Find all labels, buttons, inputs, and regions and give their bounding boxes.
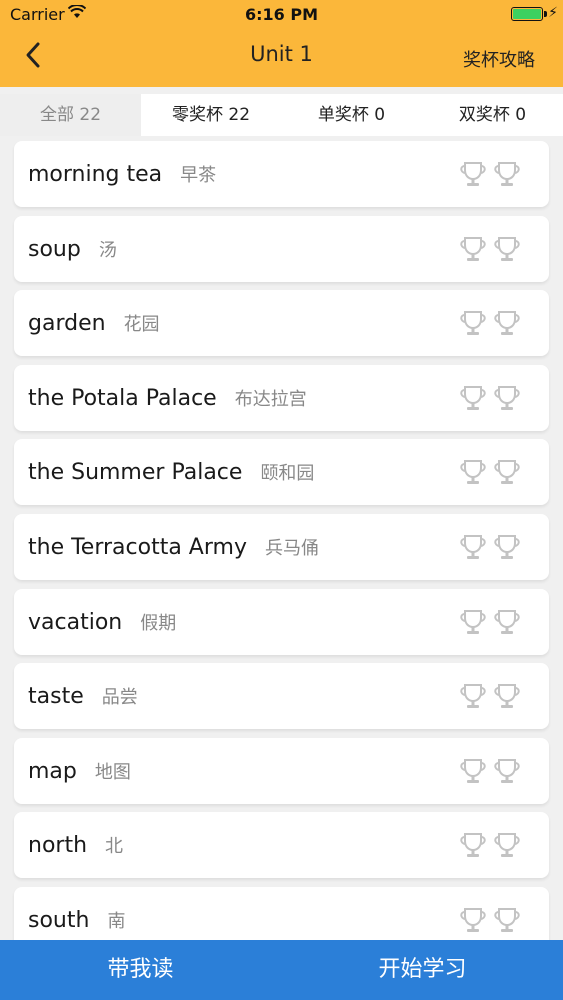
word-chinese: 南 — [107, 911, 126, 932]
trophy-pair-icon — [460, 236, 520, 261]
trophy-icon — [460, 609, 486, 634]
trophy-icon — [494, 460, 520, 485]
word-chinese: 布达拉宫 — [234, 388, 307, 410]
word-text-row: the Terracotta Army 兵马俑 — [28, 534, 319, 560]
word-text-row: garden 花园 — [28, 310, 160, 336]
word-chinese: 地图 — [94, 761, 131, 783]
status-bar: Carrier 6:16 PM ⚡ — [0, 0, 563, 28]
word-english: vacation — [28, 609, 123, 635]
trophy-icon — [494, 758, 520, 783]
nav-bar: Unit 1 奖杯攻略 — [0, 28, 563, 87]
trophy-icon — [460, 385, 486, 410]
trophy-icon — [494, 385, 520, 410]
trophy-icon — [460, 460, 486, 485]
word-english: north — [28, 833, 88, 859]
start-learning-button[interactable]: 开始学习 — [282, 940, 563, 1000]
word-card[interactable]: the Summer Palace 颐和园 — [14, 439, 549, 506]
trophy-icon — [494, 684, 520, 709]
tab-single-trophy[interactable]: 单奖杯 0 — [281, 94, 422, 136]
word-text-row: north 北 — [28, 832, 123, 858]
word-english: the Terracotta Army — [28, 535, 247, 560]
word-card[interactable]: the Terracotta Army 兵马俑 — [14, 514, 549, 580]
trophy-pair-icon — [460, 609, 520, 634]
word-card[interactable]: taste 品尝 — [14, 663, 549, 730]
word-card[interactable]: morning tea 早茶 — [14, 141, 549, 207]
word-english: south — [28, 908, 90, 933]
word-chinese: 假期 — [140, 612, 177, 634]
word-english: morning tea — [28, 162, 163, 187]
trophy-icon — [460, 535, 486, 559]
word-chinese: 花园 — [123, 314, 160, 336]
trophy-pair-icon — [460, 311, 520, 336]
trophy-icon — [460, 758, 486, 783]
tab-double-trophy[interactable]: 双奖杯 0 — [422, 94, 563, 136]
trophy-pair-icon — [460, 460, 520, 485]
word-chinese: 兵马俑 — [264, 538, 319, 559]
trophy-icon — [460, 833, 486, 858]
trophy-icon — [460, 684, 486, 709]
word-english: soup — [28, 236, 81, 262]
tab-zero-trophy[interactable]: 零奖杯 22 — [141, 94, 281, 136]
word-text-row: soup 汤 — [28, 236, 117, 262]
word-chinese: 品尝 — [101, 687, 138, 709]
trophy-icon — [494, 908, 520, 932]
word-card[interactable]: north 北 — [14, 812, 549, 879]
word-text-row: the Summer Palace 颐和园 — [28, 459, 314, 485]
trophy-pair-icon — [460, 535, 520, 559]
header: Carrier 6:16 PM ⚡ Unit 1 奖杯攻略 — [0, 0, 563, 87]
word-text-row: map 地图 — [28, 758, 131, 784]
trophy-icon — [460, 311, 486, 336]
word-english: the Summer Palace — [28, 460, 243, 486]
word-text-row: taste 品尝 — [28, 683, 138, 709]
trophy-icon — [494, 535, 520, 559]
word-text-row: vacation 假期 — [28, 609, 176, 635]
charging-bolt-icon: ⚡ — [548, 5, 558, 21]
trophy-icon — [494, 833, 520, 858]
trophy-pair-icon — [460, 833, 520, 858]
clock: 6:16 PM — [244, 5, 318, 24]
trophy-icon — [494, 311, 520, 336]
bottom-action-bar: 带我读 开始学习 — [0, 940, 563, 1000]
word-english: map — [28, 758, 77, 784]
trophy-pair-icon — [460, 385, 520, 410]
battery-tip — [544, 11, 547, 17]
trophy-icon — [460, 162, 486, 186]
word-card[interactable]: map 地图 — [14, 737, 549, 804]
word-text-row: the Potala Palace 布达拉宫 — [28, 385, 307, 411]
read-with-me-button[interactable]: 带我读 — [0, 940, 281, 1000]
word-english: taste — [28, 684, 84, 710]
tab-all[interactable]: 全部 22 — [0, 94, 141, 136]
trophy-icon — [494, 236, 520, 261]
trophy-pair-icon — [460, 758, 520, 783]
word-card[interactable]: vacation 假期 — [14, 588, 549, 655]
word-chinese: 颐和园 — [260, 463, 315, 485]
word-english: garden — [28, 311, 106, 337]
filter-tabs: 全部 22 零奖杯 22 单奖杯 0 双奖杯 0 — [0, 94, 563, 136]
trophy-strategy-button[interactable]: 奖杯攻略 — [463, 46, 535, 72]
word-chinese: 北 — [105, 836, 124, 858]
word-card[interactable]: the Potala Palace 布达拉宫 — [14, 364, 549, 431]
battery-charging-icon — [511, 7, 543, 21]
trophy-icon — [494, 162, 520, 186]
trophy-pair-icon — [460, 908, 520, 932]
word-chinese: 早茶 — [180, 165, 217, 186]
word-card[interactable]: garden 花园 — [14, 290, 549, 357]
trophy-icon — [460, 236, 486, 261]
word-text-row: morning tea 早茶 — [28, 161, 216, 187]
trophy-icon — [460, 908, 486, 932]
word-text-row: south 南 — [28, 907, 125, 933]
trophy-pair-icon — [460, 162, 520, 186]
trophy-pair-icon — [460, 684, 520, 709]
word-chinese: 汤 — [98, 239, 117, 261]
word-english: the Potala Palace — [28, 385, 217, 411]
word-card[interactable]: soup 汤 — [14, 215, 549, 282]
trophy-icon — [494, 609, 520, 634]
